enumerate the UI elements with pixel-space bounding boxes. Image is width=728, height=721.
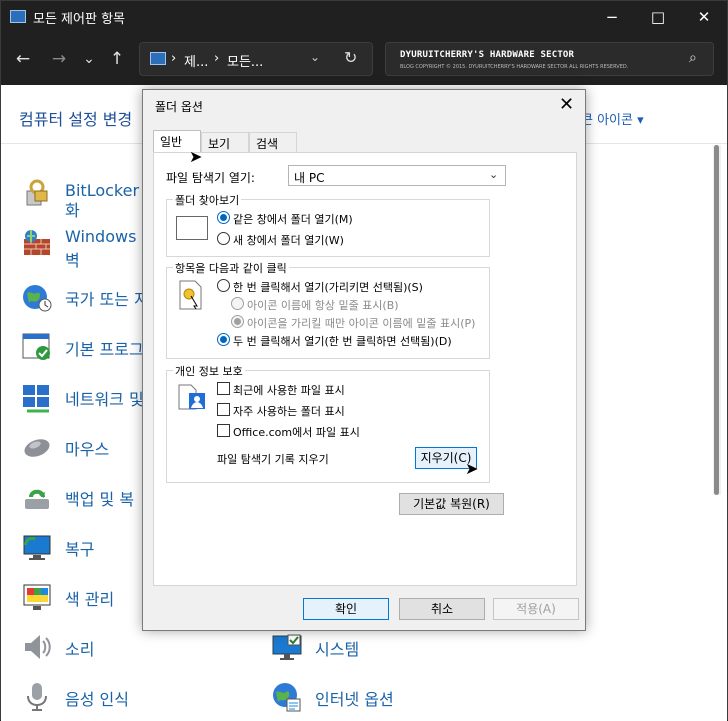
search-icon[interactable]: ⌕: [689, 50, 697, 66]
option-label: 아이콘 이름에 항상 밑줄 표시(B): [247, 299, 399, 312]
group-legend: 폴더 찾아보기: [173, 192, 242, 208]
window-title: 모든 제어판 항목: [33, 12, 125, 27]
forward-button[interactable]: →: [47, 47, 71, 71]
region-icon: [23, 285, 52, 312]
page-heading: 컴퓨터 설정 변경: [19, 110, 133, 129]
cp-item-label: 시스템: [315, 640, 360, 659]
address-bar[interactable]: › 제... › 모든... ⌄ ↻: [139, 42, 373, 76]
option-label: 두 번 클릭해서 열기(한 번 클릭하면 선택됨)(D): [233, 335, 452, 348]
ok-button[interactable]: 확인: [303, 598, 389, 620]
watermark-copyright: BLOG COPYRIGHT © 2015. DYURUITCHERRY'S H…: [400, 64, 629, 70]
scrollbar[interactable]: [713, 145, 721, 495]
up-button[interactable]: ↑: [105, 47, 129, 71]
click-items-group: 항목을 다음과 같이 클릭 한 번 클릭해서 열기(가리키면 선택됨)(S) 아…: [166, 260, 490, 359]
recovery-icon: [23, 535, 51, 560]
group-legend: 개인 정보 보호: [173, 363, 245, 379]
cp-item-label: 백업 및 복: [65, 490, 135, 509]
mouse-cursor-icon: ➤: [189, 147, 203, 166]
breadcrumb-separator: ›: [214, 51, 220, 66]
scrollbar-thumb[interactable]: [714, 145, 719, 495]
radio-new-window[interactable]: [217, 232, 230, 245]
checkbox-frequent-folders[interactable]: [217, 403, 230, 416]
privacy-icon: [178, 384, 205, 410]
bitlocker-icon: [26, 179, 48, 206]
dialog-close-button[interactable]: ✕: [559, 94, 574, 115]
radio-underline-always[interactable]: [231, 297, 244, 310]
radio-same-window[interactable]: [217, 211, 230, 224]
browse-folders-icon: [176, 216, 208, 240]
sound-icon: [25, 635, 51, 659]
cp-item-label: 기본 프로그: [65, 340, 144, 359]
cp-item-label: 마우스: [65, 440, 110, 459]
option-label: 아이콘을 가리킬 때만 아이콘 이름에 밑줄 표시(P): [247, 317, 476, 330]
system-icon: [272, 634, 302, 660]
cp-item-label: 국가 또는 지: [65, 290, 149, 309]
maximize-button[interactable]: □: [635, 1, 681, 33]
minimize-button[interactable]: −: [589, 1, 635, 33]
breadcrumb-item[interactable]: 모든...: [227, 51, 263, 70]
chevron-down-icon: ⌄: [489, 168, 499, 181]
dialog-title: 폴더 옵션: [155, 100, 203, 114]
network-icon: [23, 385, 49, 413]
cp-item-label: 음성 인식: [65, 690, 129, 709]
speech-icon: [27, 683, 47, 711]
option-label: 새 창에서 폴더 열기(W): [233, 234, 344, 247]
breadcrumb-separator: ›: [171, 51, 177, 66]
open-explorer-combobox[interactable]: 내 PC ⌄: [288, 165, 506, 186]
refresh-icon[interactable]: ↻: [344, 48, 357, 67]
cp-item-label-line2: 벽: [65, 251, 80, 270]
click-items-icon: [179, 280, 202, 310]
restore-defaults-button[interactable]: 기본값 복원(R): [399, 493, 504, 515]
general-tab-panel: 파일 탐색기 열기: 내 PC ⌄ 폴더 찾아보기 같은 창에서 폴더 열기(M…: [153, 152, 577, 586]
address-dropdown-icon[interactable]: ⌄: [310, 50, 320, 64]
navigation-bar: ← → ⌄ ↑ › 제... › 모든... ⌄ ↻ DYURUITCHERRY…: [1, 33, 727, 85]
backup-icon: [25, 489, 49, 509]
radio-underline-hover[interactable]: [231, 315, 244, 328]
tab-view[interactable]: 보기: [201, 132, 249, 152]
close-button[interactable]: ✕: [681, 1, 727, 33]
recent-locations-button[interactable]: ⌄: [77, 47, 101, 71]
mouse-cursor-icon: ➤: [465, 459, 479, 478]
control-panel-icon: [10, 10, 26, 23]
cp-item-label: 소리: [65, 640, 95, 659]
clear-history-label: 파일 탐색기 기록 지우기: [217, 453, 329, 466]
option-label: 한 번 클릭해서 열기(가리키면 선택됨)(S): [233, 281, 423, 294]
color-management-icon: [23, 584, 51, 610]
option-label: 자주 사용하는 폴더 표시: [233, 405, 345, 418]
mouse-icon: [24, 439, 50, 457]
back-button[interactable]: ←: [11, 47, 35, 71]
radio-double-click[interactable]: [217, 333, 230, 346]
cp-item-label-line2: 화: [65, 201, 80, 220]
checkbox-recent-files[interactable]: [217, 382, 230, 395]
group-legend: 항목을 다음과 같이 클릭: [173, 260, 289, 276]
search-box[interactable]: DYURUITCHERRY'S HARDWARE SECTOR BLOG COP…: [385, 42, 714, 76]
privacy-group: 개인 정보 보호 최근에 사용한 파일 표시 자주 사용하는 폴더 표시 Off…: [166, 363, 490, 483]
control-panel-icon: [150, 52, 166, 65]
option-label: 같은 창에서 폴더 열기(M): [233, 213, 353, 226]
firewall-icon: [24, 230, 50, 255]
open-explorer-value: 내 PC: [294, 171, 325, 185]
title-bar: 모든 제어판 항목 − □ ✕: [1, 1, 727, 33]
watermark-text: DYURUITCHERRY'S HARDWARE SECTOR: [400, 50, 575, 60]
cp-item-label: 인터넷 옵션: [315, 690, 394, 709]
cp-item-label: 복구: [65, 540, 95, 559]
breadcrumb-item[interactable]: 제...: [184, 51, 208, 70]
radio-single-click[interactable]: [217, 279, 230, 292]
option-label: Office.com에서 파일 표시: [233, 426, 360, 439]
folder-options-dialog: 폴더 옵션 ✕ 일반 보기 검색 파일 탐색기 열기: 내 PC ⌄ 폴더 찾아…: [142, 89, 586, 631]
cp-item-label: 네트워크 및: [65, 390, 144, 409]
checkbox-office-files[interactable]: [217, 424, 230, 437]
internet-options-icon: [273, 683, 301, 712]
default-programs-icon: [22, 333, 50, 360]
cp-item-label: Windows D: [65, 227, 154, 246]
cancel-button[interactable]: 취소: [399, 598, 485, 620]
open-explorer-label: 파일 탐색기 열기:: [166, 171, 255, 185]
view-by-dropdown[interactable]: 큰 아이콘 ▾: [581, 109, 644, 128]
browse-folders-group: 폴더 찾아보기 같은 창에서 폴더 열기(M) 새 창에서 폴더 열기(W): [166, 192, 490, 257]
apply-button[interactable]: 적용(A): [493, 598, 579, 620]
tab-search[interactable]: 검색: [249, 132, 297, 152]
option-label: 최근에 사용한 파일 표시: [233, 384, 345, 397]
cp-item-label: 색 관리: [65, 590, 115, 609]
